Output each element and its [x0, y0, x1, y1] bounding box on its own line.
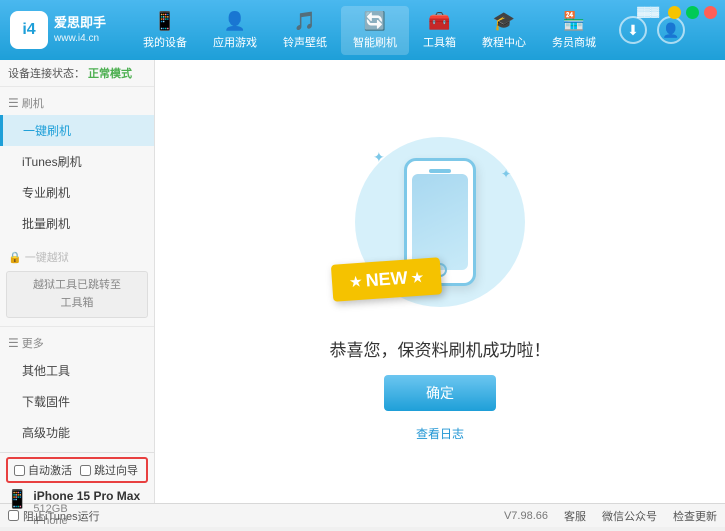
new-badge: ★ NEW ★	[331, 257, 443, 302]
connection-status: 设备连接状态： 正常模式	[0, 60, 154, 87]
check-update-link[interactable]: 检查更新	[673, 508, 717, 524]
wechat-link[interactable]: 微信公众号	[602, 508, 657, 524]
more-icon: ☰	[8, 336, 19, 350]
logo-text: 爱思即手 www.i4.cn	[54, 14, 106, 46]
auto-activate-checkbox-label[interactable]: 自动激活	[14, 462, 72, 478]
itunes-label: 阻止iTunes运行	[23, 508, 100, 524]
nav-item-merchant[interactable]: 🏪 务员商城	[540, 6, 608, 55]
sidebar-item-other-tools[interactable]: 其他工具	[0, 355, 154, 386]
sidebar-item-pro-flash[interactable]: 专业刷机	[0, 177, 154, 208]
nav-item-ringtones[interactable]: 🎵 铃声壁纸	[271, 6, 339, 55]
star-right-icon: ★	[411, 268, 424, 285]
minimize-button[interactable]	[668, 6, 681, 19]
disabled-label: 🔒 一键越狱	[0, 245, 154, 269]
confirm-button[interactable]: 确定	[384, 375, 496, 411]
tutorial-icon: 🎓	[493, 11, 515, 32]
sidebar-item-itunes-flash[interactable]: iTunes刷机	[0, 146, 154, 177]
nav-item-toolbox[interactable]: 🧰 工具箱	[411, 6, 468, 55]
view-log-link[interactable]: 查看日志	[416, 425, 464, 442]
phone-screen	[412, 174, 468, 270]
device-name: iPhone 15 Pro Max	[33, 489, 140, 503]
skip-guide-checkbox-label[interactable]: 跳过向导	[80, 462, 138, 478]
main-content: ✦ ✦ ★ NEW ★ 恭喜您，保资料刷机成功啦！ 确定 查看日志	[155, 60, 725, 503]
disabled-section: 🔒 一键越狱 越狱工具已跳转至 工具箱	[0, 243, 154, 322]
maximize-button[interactable]	[686, 6, 699, 19]
skip-guide-checkbox[interactable]	[80, 465, 91, 476]
nav-item-my-device[interactable]: 📱 我的设备	[131, 6, 199, 55]
nav: 📱 我的设备 👤 应用游戏 🎵 铃声壁纸 🔄 智能刷机 🧰 工具箱 🎓 教程中心…	[120, 6, 619, 55]
user-icon[interactable]: 👤	[657, 16, 685, 44]
close-button[interactable]	[704, 6, 717, 19]
sidebar-section-more: ☰ 更多 其他工具 下载固件 高级功能	[0, 326, 154, 452]
bottom-bar: 阻止iTunes运行 V7.98.66 客服 微信公众号 检查更新	[0, 503, 725, 527]
person-icon: 👤	[224, 11, 246, 32]
footer-right: V7.98.66 客服 微信公众号 检查更新	[163, 508, 717, 524]
logo: i4 爱思即手 www.i4.cn	[10, 11, 120, 49]
status-mode-label: 正常模式	[88, 65, 132, 81]
itunes-control: 阻止iTunes运行	[8, 508, 163, 524]
header-right: ⬇ 👤	[619, 16, 685, 44]
header: ▓▓▓ i4 爱思即手 www.i4.cn 📱 我的设备 👤 应用游戏 🎵 铃声…	[0, 0, 725, 60]
sidebar: 设备连接状态： 正常模式 ☰ 刷机 一键刷机 iTunes刷机 专业刷机 批量刷…	[0, 60, 155, 503]
music-icon: 🎵	[294, 11, 316, 32]
brand-url: www.i4.cn	[54, 32, 106, 46]
sparkle-icon-1: ✦	[373, 149, 385, 166]
store-icon: 🏪	[563, 11, 585, 32]
refresh-icon: 🔄	[364, 11, 386, 32]
disabled-note: 越狱工具已跳转至 工具箱	[6, 271, 148, 318]
sidebar-item-one-click-flash[interactable]: 一键刷机	[0, 115, 154, 146]
customer-service-link[interactable]: 客服	[564, 508, 586, 524]
phone-notch	[429, 169, 451, 173]
auto-activate-checkbox[interactable]	[14, 465, 25, 476]
toolbox-icon: 🧰	[428, 11, 450, 32]
download-icon[interactable]: ⬇	[619, 16, 647, 44]
sidebar-item-batch-flash[interactable]: 批量刷机	[0, 208, 154, 239]
itunes-checkbox[interactable]	[8, 510, 19, 521]
nav-item-smart-flash[interactable]: 🔄 智能刷机	[341, 6, 409, 55]
sidebar-item-download-firmware[interactable]: 下载固件	[0, 386, 154, 417]
more-section-title: ☰ 更多	[0, 331, 154, 355]
nav-item-tutorial[interactable]: 🎓 教程中心	[470, 6, 538, 55]
sidebar-section-flash: ☰ 刷机 一键刷机 iTunes刷机 专业刷机 批量刷机	[0, 87, 154, 243]
star-left-icon: ★	[350, 273, 363, 290]
sidebar-item-advanced[interactable]: 高级功能	[0, 417, 154, 448]
success-message: 恭喜您，保资料刷机成功啦！	[330, 336, 551, 361]
signal-icon: ▓▓▓	[637, 7, 659, 18]
phone-icon: 📱	[154, 11, 176, 32]
nav-item-app-games[interactable]: 👤 应用游戏	[201, 6, 269, 55]
flash-section-icon: ☰	[8, 96, 19, 110]
version-label: V7.98.66	[504, 510, 548, 522]
window-controls: ▓▓▓	[637, 6, 717, 19]
phone-illustration: ✦ ✦ ★ NEW ★	[340, 122, 540, 322]
logo-icon: i4	[10, 11, 48, 49]
brand-name: 爱思即手	[54, 14, 106, 32]
checkbox-group: 自动激活 跳过向导	[6, 457, 148, 483]
lock-icon: 🔒	[8, 251, 22, 264]
flash-section-title: ☰ 刷机	[0, 91, 154, 115]
sparkle-icon-2: ✦	[501, 167, 511, 181]
